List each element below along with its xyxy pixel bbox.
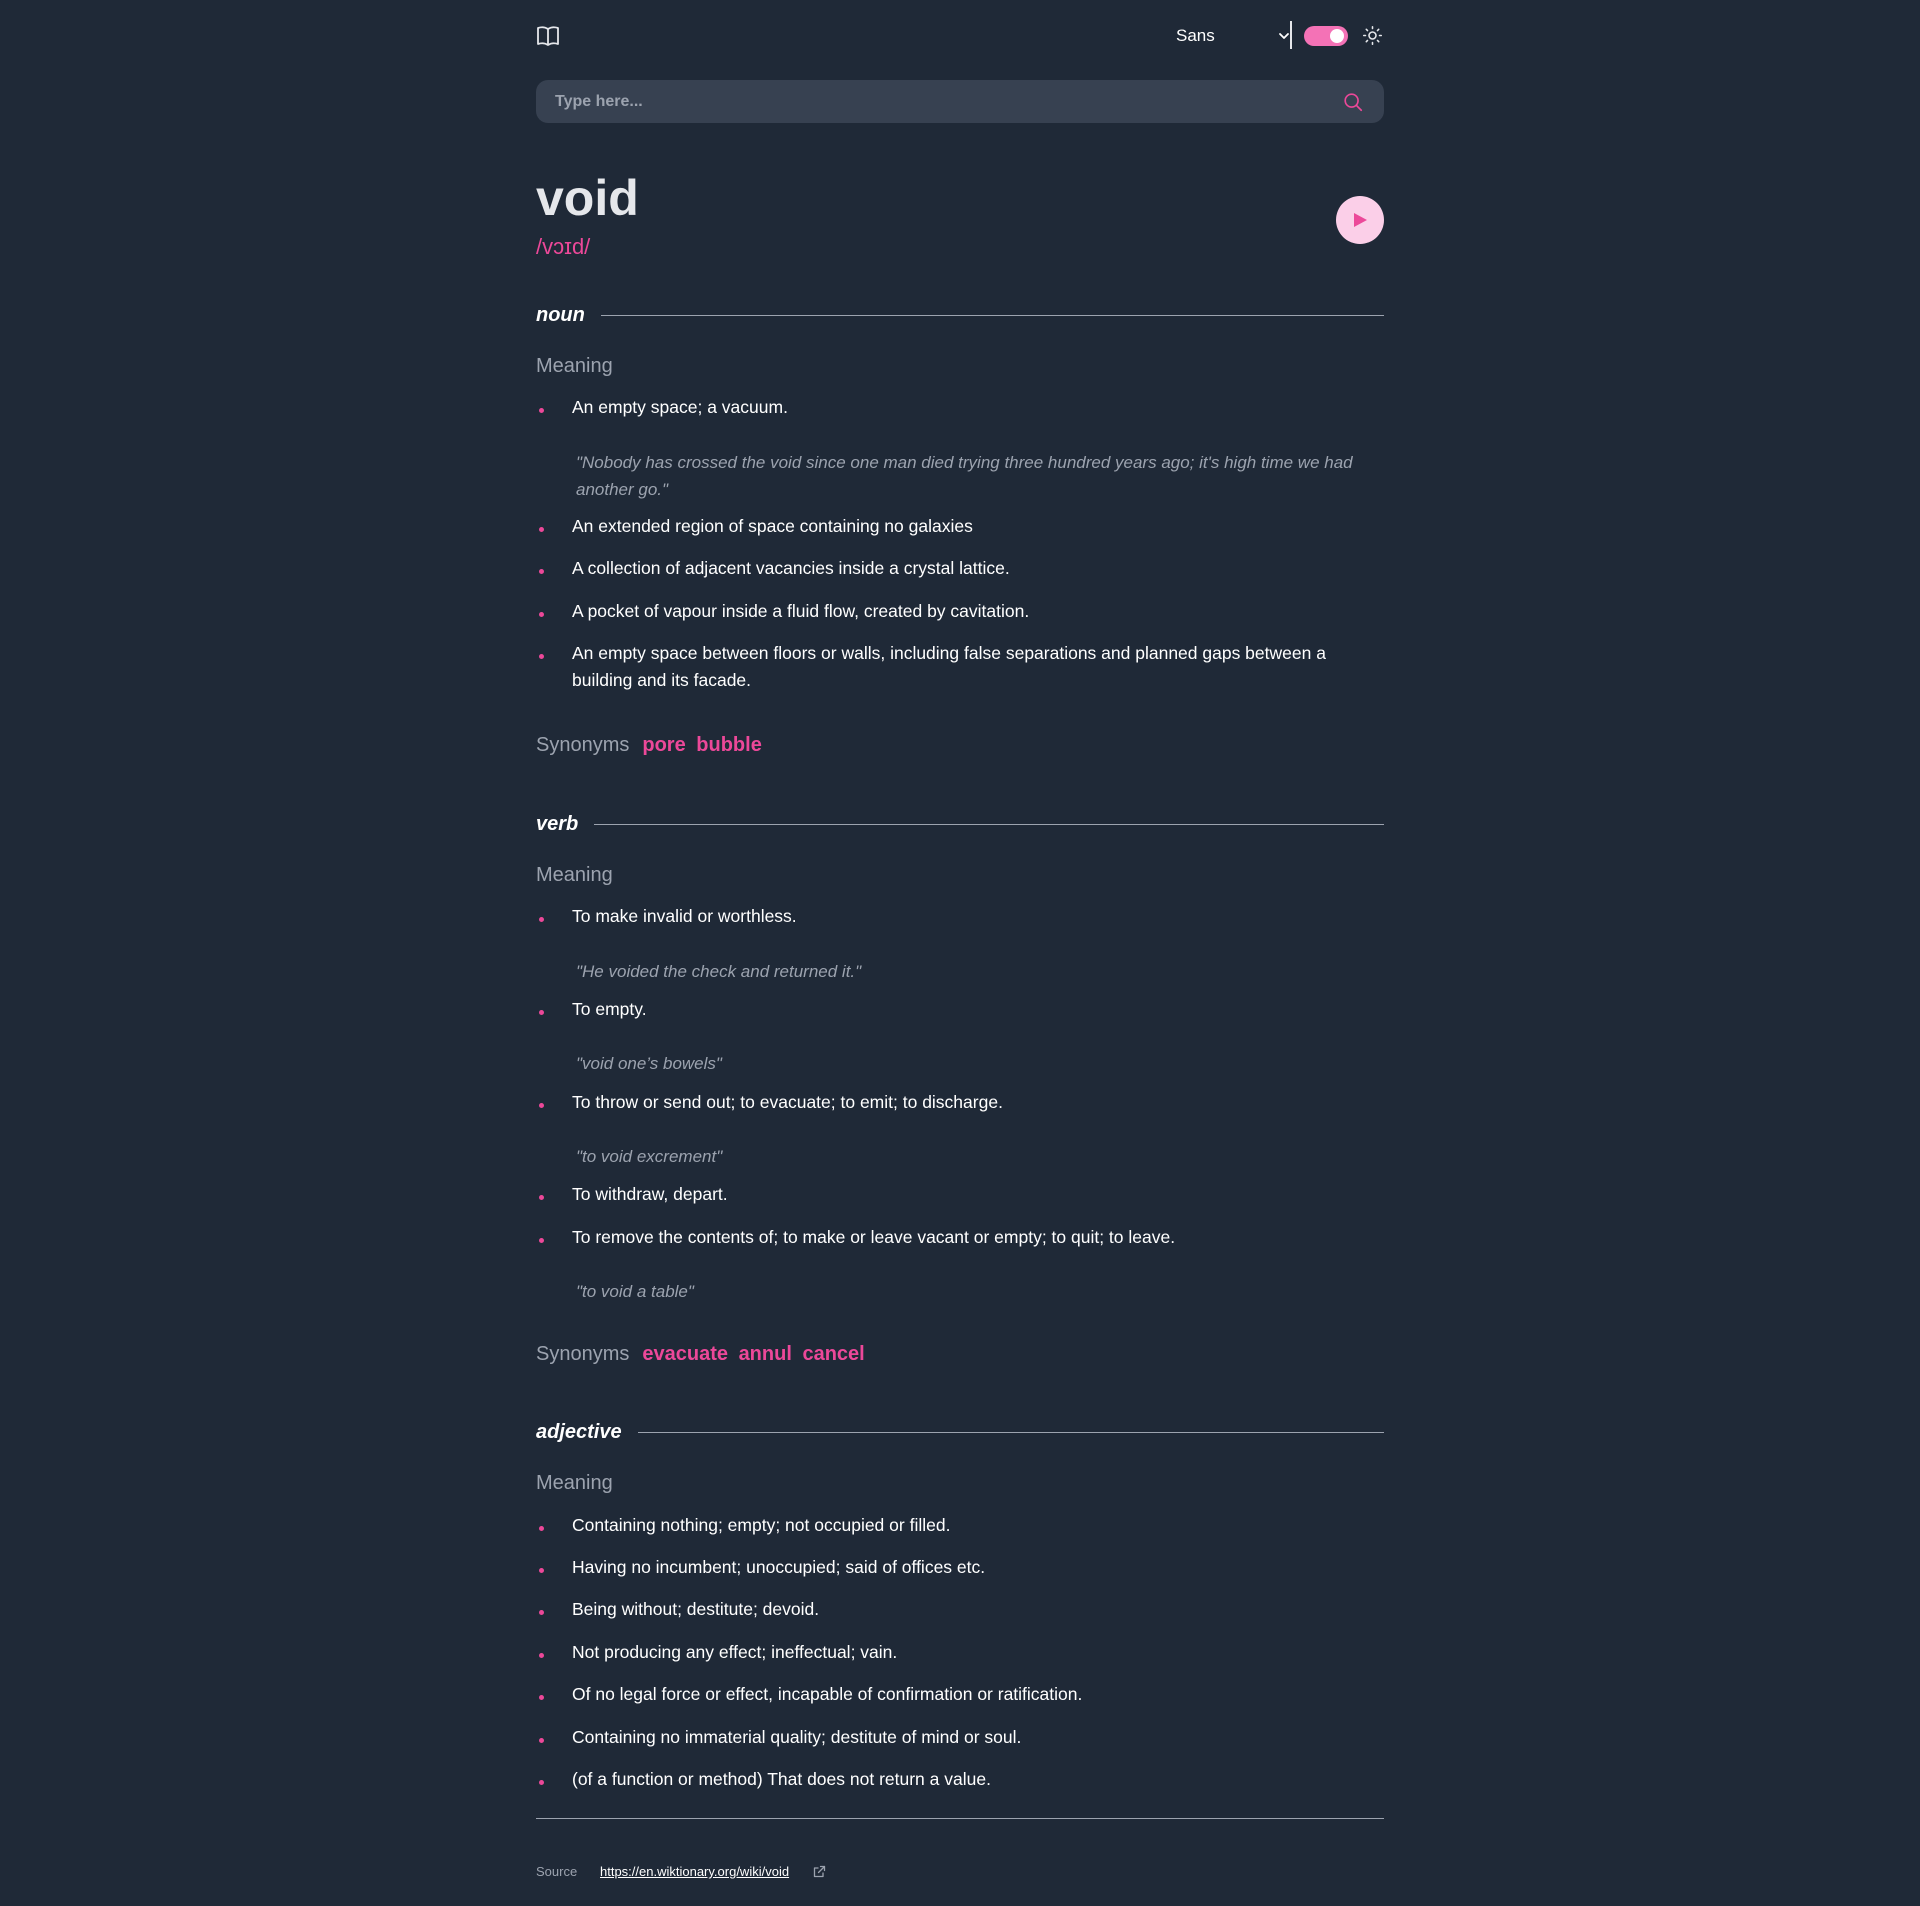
part-of-speech-label: adjective (536, 1420, 622, 1443)
synonym-link[interactable]: cancel (802, 1343, 864, 1365)
footer-divider (536, 1818, 1384, 1819)
definition-text: To empty. (572, 999, 647, 1019)
word-title: void (536, 170, 639, 226)
definition-text: Containing nothing; empty; not occupied … (572, 1515, 951, 1535)
definition-text: An empty space between floors or walls, … (572, 643, 1326, 690)
bullet (539, 1780, 544, 1785)
divider (594, 823, 1384, 825)
definition-text: Not producing any effect; ineffectual; v… (572, 1642, 898, 1662)
synonyms-label: Synonyms (536, 734, 630, 756)
bullet (539, 569, 544, 574)
definition-text: A pocket of vapour inside a fluid flow, … (572, 601, 1030, 621)
definition-text: Containing no immaterial quality; destit… (572, 1727, 1022, 1747)
noun-heading: noun (536, 300, 1384, 330)
synonyms-label: Synonyms (536, 1343, 630, 1365)
bullet (539, 917, 544, 922)
bullet (539, 1103, 544, 1108)
bullet (539, 1568, 544, 1573)
definition-text: To make invalid or worthless. (572, 906, 797, 926)
adjective-heading: adjective (536, 1417, 1384, 1447)
bullet (539, 408, 544, 413)
bullet (539, 1195, 544, 1200)
theme-toggle[interactable] (1304, 26, 1348, 46)
chevron-down-icon (1279, 33, 1289, 39)
bullet (539, 1238, 544, 1243)
bullet (539, 1010, 544, 1015)
example-text: "Nobody has crossed the void since one m… (576, 453, 1353, 499)
bullet (539, 1610, 544, 1615)
synonym-link[interactable]: evacuate (642, 1343, 728, 1365)
bullet (539, 1738, 544, 1743)
synonyms-row: Synonyms pore bubble (536, 733, 762, 757)
page: Sans void /vɔɪd/ noun (536, 0, 1384, 1879)
meaning-label: Meaning (536, 1472, 613, 1494)
example-text: "to void a table" (576, 1282, 694, 1301)
bullet (539, 612, 544, 617)
synonym-link[interactable]: pore (642, 734, 685, 756)
play-audio-button[interactable] (1336, 196, 1384, 244)
header-divider (1290, 21, 1292, 49)
source-label: Source (536, 1864, 578, 1879)
example-text: "to void excrement" (576, 1147, 723, 1166)
bullet (539, 1653, 544, 1658)
definition-text: Of no legal force or effect, incapable o… (572, 1684, 1083, 1704)
source-link[interactable]: https://en.wiktionary.org/wiki/void (600, 1864, 789, 1879)
part-of-speech-label: noun (536, 303, 585, 326)
external-link-icon[interactable] (812, 1865, 826, 1879)
example-text: "void one’s bowels" (576, 1054, 722, 1073)
bullet (539, 1526, 544, 1531)
definition-text: To throw or send out; to evacuate; to em… (572, 1092, 1003, 1112)
synonym-link[interactable]: bubble (696, 734, 762, 756)
synonyms-row: Synonyms evacuate annul cancel (536, 1342, 865, 1366)
definition-text: Having no incumbent; unoccupied; said of… (572, 1557, 986, 1577)
font-select-label: Sans (1176, 26, 1215, 45)
definition-text: To remove the contents of; to make or le… (572, 1227, 1176, 1247)
definition-text: Being without; destitute; devoid. (572, 1599, 820, 1619)
header: Sans (536, 0, 1384, 72)
bullet (539, 1695, 544, 1700)
search-input[interactable] (536, 80, 1316, 123)
phonetic: /vɔɪd/ (536, 234, 591, 259)
definition-text: A collection of adjacent vacancies insid… (572, 558, 1010, 578)
definition-text: An empty space; a vacuum. (572, 397, 788, 417)
bullet (539, 527, 544, 532)
divider (600, 314, 1384, 316)
divider (637, 1431, 1384, 1433)
font-select[interactable]: Sans (1165, 20, 1291, 52)
part-of-speech-label: verb (536, 812, 579, 835)
play-icon (1354, 213, 1367, 227)
book-icon[interactable] (536, 25, 560, 47)
bullet (539, 654, 544, 659)
definition-text: (of a function or method) That does not … (572, 1769, 991, 1789)
definition-text: An extended region of space containing n… (572, 516, 973, 536)
sun-icon[interactable] (1362, 25, 1383, 46)
synonym-link[interactable]: annul (739, 1343, 792, 1365)
verb-heading: verb (536, 809, 1384, 839)
meaning-label: Meaning (536, 864, 613, 886)
search-icon[interactable] (1342, 91, 1364, 113)
toggle-knob (1330, 29, 1344, 43)
meaning-label: Meaning (536, 355, 613, 377)
search-bar (536, 80, 1384, 123)
example-text: "He voided the check and returned it." (576, 962, 862, 981)
definition-text: To withdraw, depart. (572, 1184, 728, 1204)
